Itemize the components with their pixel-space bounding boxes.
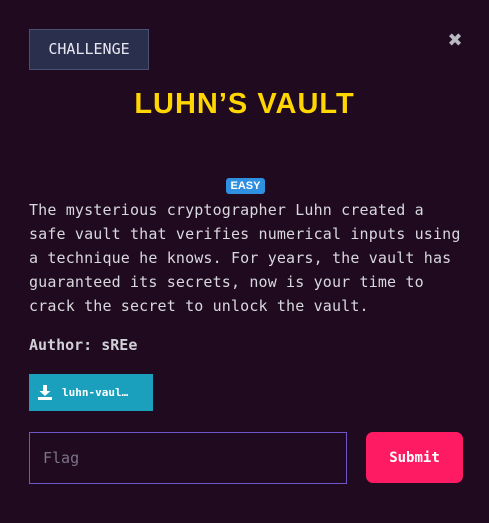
download-icon [38, 385, 52, 400]
challenge-title: LUHN’S VAULT [134, 88, 355, 120]
challenge-description: The mysterious cryptographer Luhn create… [29, 201, 461, 315]
author-label: Author: sREe [29, 336, 138, 354]
flag-input[interactable] [29, 432, 347, 484]
challenge-modal: CHALLENGE ✖ LUHN’S VAULT EASY The myster… [0, 0, 489, 523]
download-file-button[interactable]: luhn-vaul… [29, 374, 153, 411]
difficulty-badge: EASY [226, 178, 265, 194]
close-icon[interactable]: ✖ [446, 31, 464, 51]
submit-button[interactable]: Submit [366, 432, 463, 483]
challenge-tab-badge: CHALLENGE [29, 29, 149, 70]
file-name-label: luhn-vaul… [62, 386, 129, 399]
